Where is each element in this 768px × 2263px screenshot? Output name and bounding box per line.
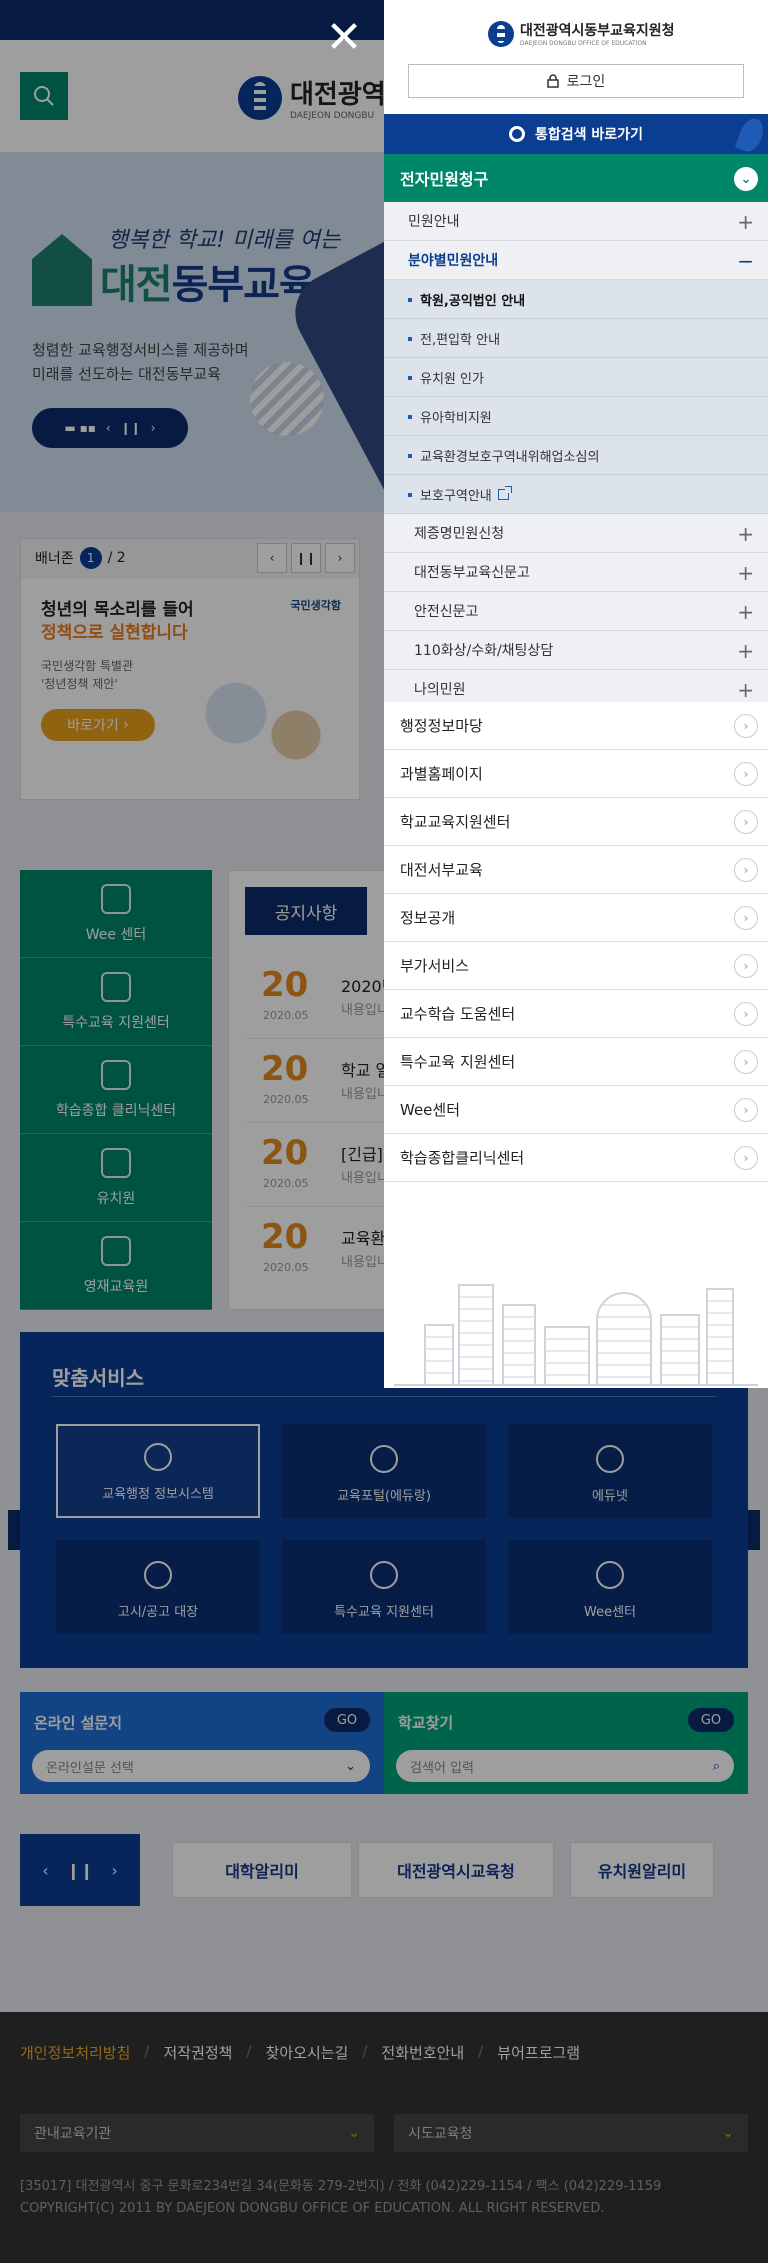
submenu-110-consult[interactable]: 110화상/수화/채팅상담 + xyxy=(384,631,768,670)
submenu-item-label: 유치원 인가 xyxy=(420,371,484,387)
plus-icon: + xyxy=(737,522,754,546)
login-button[interactable]: 로그인 xyxy=(408,64,744,98)
login-label: 로그인 xyxy=(566,74,606,90)
lock-icon xyxy=(546,74,559,88)
main-menu-item[interactable]: 과별홈페이지 › xyxy=(384,750,768,798)
submenu-item-label: 보호구역안내 xyxy=(420,488,492,504)
main-menu-label: 행정정보마당 xyxy=(400,717,483,735)
external-link-icon xyxy=(497,485,512,500)
main-menu-label: 학교교육지원센터 xyxy=(400,813,511,831)
plus-icon: + xyxy=(737,678,754,702)
submenu-item[interactable]: 교육환경보호구역내위해업소심의 xyxy=(384,436,768,475)
integrated-search-shortcut[interactable]: 통합검색 바로가기 xyxy=(384,114,768,155)
close-menu-button[interactable]: ✕ xyxy=(320,16,368,64)
main-menu-label: 부가서비스 xyxy=(400,957,470,975)
main-menu-item[interactable]: 학교교육지원센터 › xyxy=(384,798,768,846)
close-icon: ✕ xyxy=(325,12,363,63)
chevron-right-icon: › xyxy=(734,714,758,738)
chevron-right-icon: › xyxy=(734,762,758,786)
main-menu-label: 교수학습 도움센터 xyxy=(400,1005,516,1023)
plus-icon: + xyxy=(737,639,754,663)
building-shape xyxy=(596,1292,652,1384)
submenu-safety-report[interactable]: 안전신문고 + xyxy=(384,592,768,631)
main-menu-label: Wee센터 xyxy=(400,1101,461,1119)
building-shape xyxy=(660,1314,700,1384)
submenu-item[interactable]: 보호구역안내 xyxy=(384,475,768,514)
submenu-label: 대전동부교육신문고 xyxy=(414,565,530,581)
drawer-logo-text: 대전광역시동부교육지원청 xyxy=(520,23,675,39)
main-menu-item[interactable]: 대전서부교육 › xyxy=(384,846,768,894)
chevron-down-icon: ⌄ xyxy=(734,167,758,191)
submenu-item[interactable]: 학원,공익법인 안내 xyxy=(384,280,768,319)
submenu-item-label: 전,편입학 안내 xyxy=(420,332,501,348)
city-skyline-illustration xyxy=(384,1280,768,1388)
building-shape xyxy=(706,1288,734,1384)
submenu-item[interactable]: 유치원 인가 xyxy=(384,358,768,397)
leaf-decoration-icon xyxy=(734,115,768,155)
main-menu-label: 대전서부교육 xyxy=(400,861,483,879)
search-icon xyxy=(509,126,526,142)
main-menu-label: 학습종합클리닉센터 xyxy=(400,1149,525,1167)
main-menu-item[interactable]: 정보공개 › xyxy=(384,894,768,942)
submenu-label: 제증명민원신청 xyxy=(414,526,505,542)
logo-emblem-icon xyxy=(488,20,514,47)
submenu-label: 민원안내 xyxy=(408,214,460,230)
building-shape xyxy=(458,1284,494,1384)
plus-icon: + xyxy=(737,600,754,624)
building-shape xyxy=(424,1324,454,1384)
chevron-right-icon: › xyxy=(734,810,758,834)
plus-icon: + xyxy=(737,561,754,585)
submenu-certificate[interactable]: 제증명민원신청 + xyxy=(384,514,768,553)
main-menu-label: 특수교육 지원센터 xyxy=(400,1053,516,1071)
minus-icon: − xyxy=(737,249,754,273)
building-shape xyxy=(502,1304,536,1384)
chevron-right-icon: › xyxy=(734,858,758,882)
ground-line xyxy=(394,1384,758,1386)
main-menu-item[interactable]: 부가서비스 › xyxy=(384,942,768,990)
chevron-right-icon: › xyxy=(734,1098,758,1122)
submenu-civil-guide[interactable]: 민원안내 + xyxy=(384,202,768,241)
chevron-right-icon: › xyxy=(734,954,758,978)
submenu-label: 나의민원 xyxy=(414,682,466,698)
category-label: 전자민원청구 xyxy=(400,170,489,189)
building-shape xyxy=(544,1326,590,1384)
main-menu-item[interactable]: 교수학습 도움센터 › xyxy=(384,990,768,1038)
chevron-right-icon: › xyxy=(734,1146,758,1170)
submenu-field-civil-guide[interactable]: 분야별민원안내 − xyxy=(384,241,768,280)
submenu-item-label: 유아학비지원 xyxy=(420,410,492,426)
submenu-item[interactable]: 전,편입학 안내 xyxy=(384,319,768,358)
main-menu-item[interactable]: 특수교육 지원센터 › xyxy=(384,1038,768,1086)
main-menu-item[interactable]: 행정정보마당 › xyxy=(384,702,768,750)
main-menu-item[interactable]: Wee센터 › xyxy=(384,1086,768,1134)
chevron-right-icon: › xyxy=(734,1050,758,1074)
drawer-logo-subtext: DAEJEON DONGBU OFFICE OF EDUCATION xyxy=(520,40,647,47)
submenu-item-label: 교육환경보호구역내위해업소심의 xyxy=(420,449,600,465)
main-menu-label: 정보공개 xyxy=(400,909,456,927)
main-menu-label: 과별홈페이지 xyxy=(400,765,483,783)
submenu-label: 안전신문고 xyxy=(414,604,479,620)
submenu-label: 110화상/수화/채팅상담 xyxy=(414,643,554,659)
drawer-logo[interactable]: 대전광역시동부교육지원청 DAEJEON DONGBU OFFICE OF ED… xyxy=(488,20,675,47)
submenu-item[interactable]: 유아학비지원 xyxy=(384,397,768,436)
submenu-label: 분야별민원안내 xyxy=(408,253,499,269)
plus-icon: + xyxy=(737,210,754,234)
submenu-item-label: 학원,공익법인 안내 xyxy=(420,293,526,309)
main-menu-item[interactable]: 학습종합클리닉센터 › xyxy=(384,1134,768,1182)
chevron-right-icon: › xyxy=(734,1002,758,1026)
chevron-right-icon: › xyxy=(734,906,758,930)
mobile-nav-drawer: 대전광역시동부교육지원청 DAEJEON DONGBU OFFICE OF ED… xyxy=(384,0,768,1388)
menu-category-e-civil[interactable]: 전자민원청구 ⌄ xyxy=(384,154,768,202)
search-shortcut-label: 통합검색 바로가기 xyxy=(535,127,643,143)
submenu-petition[interactable]: 대전동부교육신문고 + xyxy=(384,553,768,592)
